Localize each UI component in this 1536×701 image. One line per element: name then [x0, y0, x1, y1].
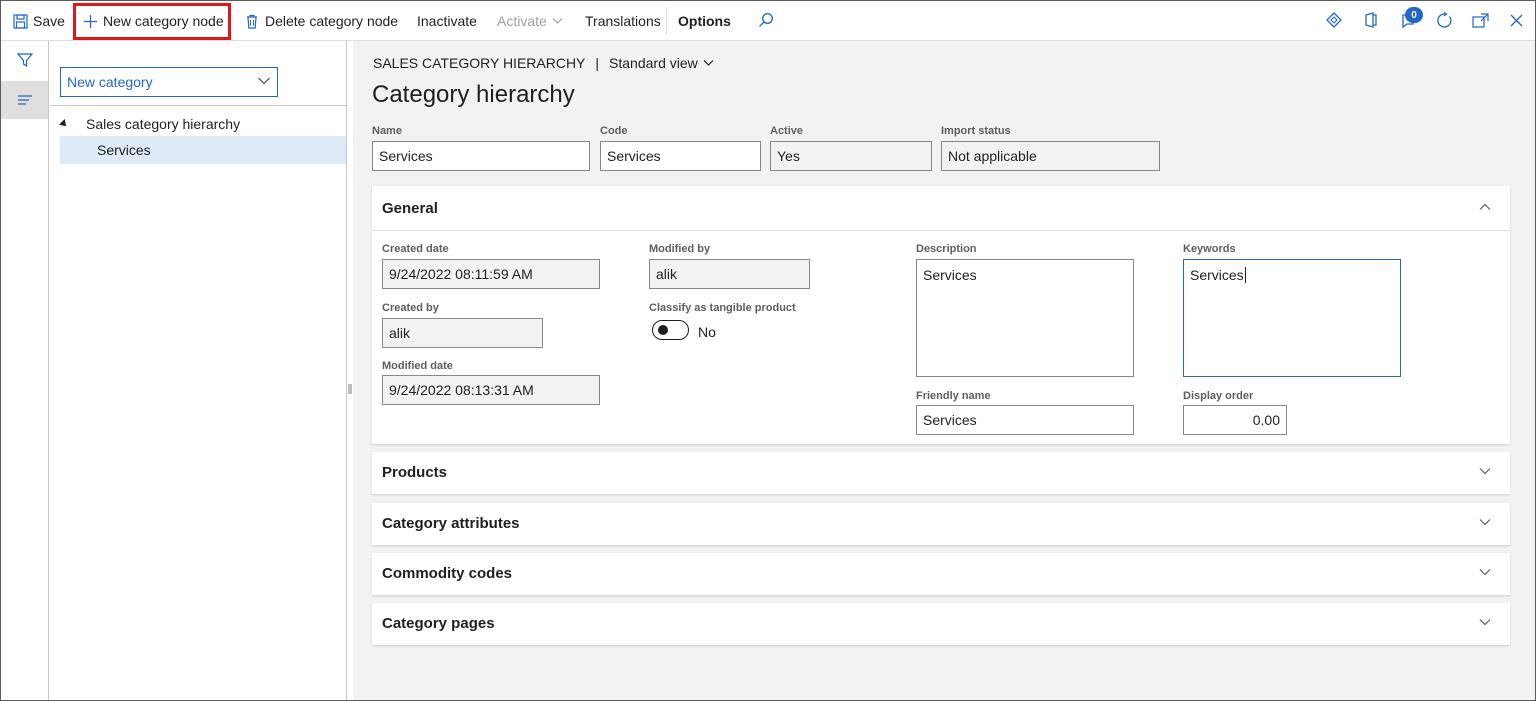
- section-divider: [372, 230, 1510, 231]
- page-title: Category hierarchy: [372, 81, 575, 108]
- keywords-textarea[interactable]: Services: [1183, 259, 1401, 377]
- created-by-field: alik: [382, 318, 543, 348]
- activate-label: Activate: [497, 13, 547, 29]
- toggle-knob: [658, 325, 668, 335]
- new-category-node-label: New category node: [103, 13, 224, 29]
- translations-button[interactable]: Translations: [585, 1, 661, 41]
- code-field[interactable]: Services: [600, 141, 761, 171]
- options-label: Options: [678, 13, 731, 29]
- new-category-dropdown-label: New category: [67, 74, 153, 90]
- chevron-down-icon: [552, 17, 563, 25]
- tree-node-root-label: Sales category hierarchy: [86, 116, 241, 132]
- import-status-label: Import status: [941, 125, 1011, 137]
- filter-icon[interactable]: [1, 41, 48, 79]
- code-label: Code: [600, 125, 628, 137]
- diamond-icon[interactable]: [1323, 9, 1345, 31]
- chevron-down-icon[interactable]: [1478, 464, 1492, 481]
- keywords-label: Keywords: [1183, 243, 1236, 255]
- notification-badge: 0: [1405, 7, 1423, 23]
- options-tab[interactable]: Options: [678, 1, 731, 41]
- tangible-product-toggle[interactable]: [652, 320, 689, 340]
- name-field[interactable]: Services: [372, 141, 590, 171]
- commodity-codes-section[interactable]: Commodity codes: [372, 553, 1510, 595]
- translations-label: Translations: [585, 13, 661, 29]
- list-icon[interactable]: [1, 81, 48, 119]
- app-frame: Save New category node Delete category n…: [0, 0, 1536, 701]
- toolbar-divider: [666, 7, 667, 35]
- search-icon[interactable]: [755, 9, 777, 31]
- display-order-field[interactable]: 0.00: [1183, 405, 1287, 435]
- tree-node-services-label: Services: [97, 142, 151, 158]
- products-section[interactable]: Products: [372, 452, 1510, 494]
- chevron-down-icon: [257, 74, 271, 91]
- modified-date-field: 9/24/2022 08:13:31 AM: [382, 375, 600, 405]
- category-pages-title: Category pages: [382, 615, 495, 632]
- plus-icon: [81, 12, 99, 30]
- view-selector[interactable]: Standard view: [609, 55, 714, 71]
- friendly-name-field[interactable]: Services: [916, 405, 1134, 435]
- collapse-triangle-icon[interactable]: [59, 119, 69, 129]
- breadcrumb: SALES CATEGORY HIERARCHY | Standard view: [373, 55, 714, 71]
- commodity-codes-title: Commodity codes: [382, 565, 513, 582]
- tree-node-root[interactable]: Sales category hierarchy: [59, 114, 241, 134]
- general-section: General Created date 9/24/2022 08:11:59 …: [372, 186, 1510, 444]
- save-label: Save: [33, 13, 65, 29]
- display-order-label: Display order: [1183, 390, 1254, 402]
- name-label: Name: [372, 125, 402, 137]
- tree-node-services[interactable]: Services: [60, 136, 346, 164]
- description-textarea[interactable]: Services: [916, 259, 1134, 377]
- chevron-down-icon[interactable]: [1478, 615, 1492, 632]
- category-tree: Sales category hierarchy Services: [50, 105, 346, 700]
- office-icon[interactable]: [1360, 9, 1382, 31]
- modified-by-label: Modified by: [649, 243, 711, 255]
- created-date-label: Created date: [382, 243, 449, 255]
- delete-category-node-button[interactable]: Delete category node: [243, 1, 398, 41]
- category-attributes-section[interactable]: Category attributes: [372, 503, 1510, 545]
- new-category-dropdown[interactable]: New category: [60, 67, 278, 97]
- trash-icon: [243, 12, 261, 30]
- modified-date-label: Modified date: [382, 360, 453, 372]
- active-field: Yes: [770, 141, 932, 171]
- breadcrumb-label: SALES CATEGORY HIERARCHY: [373, 55, 586, 71]
- products-title: Products: [382, 464, 448, 481]
- created-by-label: Created by: [382, 302, 439, 314]
- open-new-window-icon[interactable]: [1469, 9, 1491, 31]
- category-pages-section[interactable]: Category pages: [372, 603, 1510, 645]
- refresh-icon[interactable]: [1433, 9, 1455, 31]
- tree-pane: New category Sales category hierarchy Se…: [50, 41, 347, 700]
- created-date-field: 9/24/2022 08:11:59 AM: [382, 259, 600, 289]
- inactivate-button[interactable]: Inactivate: [417, 1, 477, 41]
- close-icon[interactable]: [1505, 9, 1527, 31]
- details-content: SALES CATEGORY HIERARCHY | Standard view…: [353, 41, 1535, 700]
- view-selector-label: Standard view: [609, 55, 698, 71]
- friendly-name-label: Friendly name: [916, 390, 991, 402]
- tangible-product-value: No: [698, 324, 716, 340]
- chevron-down-icon[interactable]: [1478, 565, 1492, 582]
- delete-category-node-label: Delete category node: [265, 13, 399, 29]
- new-category-node-button[interactable]: New category node: [81, 1, 224, 41]
- import-status-field: Not applicable: [941, 141, 1160, 171]
- general-title[interactable]: General: [382, 200, 438, 217]
- inactivate-label: Inactivate: [417, 13, 477, 29]
- description-label: Description: [916, 243, 977, 255]
- navigation-rail: [1, 41, 49, 700]
- keywords-text: Services: [1190, 267, 1244, 283]
- active-label: Active: [770, 125, 804, 137]
- save-icon: [11, 12, 29, 30]
- breadcrumb-separator: |: [595, 55, 600, 71]
- activate-button[interactable]: Activate: [497, 1, 563, 41]
- save-button[interactable]: Save: [11, 1, 65, 41]
- modified-by-field: alik: [649, 259, 810, 289]
- text-caret: [1244, 267, 1246, 283]
- chevron-up-icon[interactable]: [1478, 200, 1492, 217]
- tangible-product-label: Classify as tangible product: [649, 302, 796, 314]
- chevron-down-icon: [703, 59, 714, 67]
- action-pane: Save New category node Delete category n…: [1, 1, 1535, 41]
- category-attributes-title: Category attributes: [382, 515, 520, 532]
- chevron-down-icon[interactable]: [1478, 515, 1492, 532]
